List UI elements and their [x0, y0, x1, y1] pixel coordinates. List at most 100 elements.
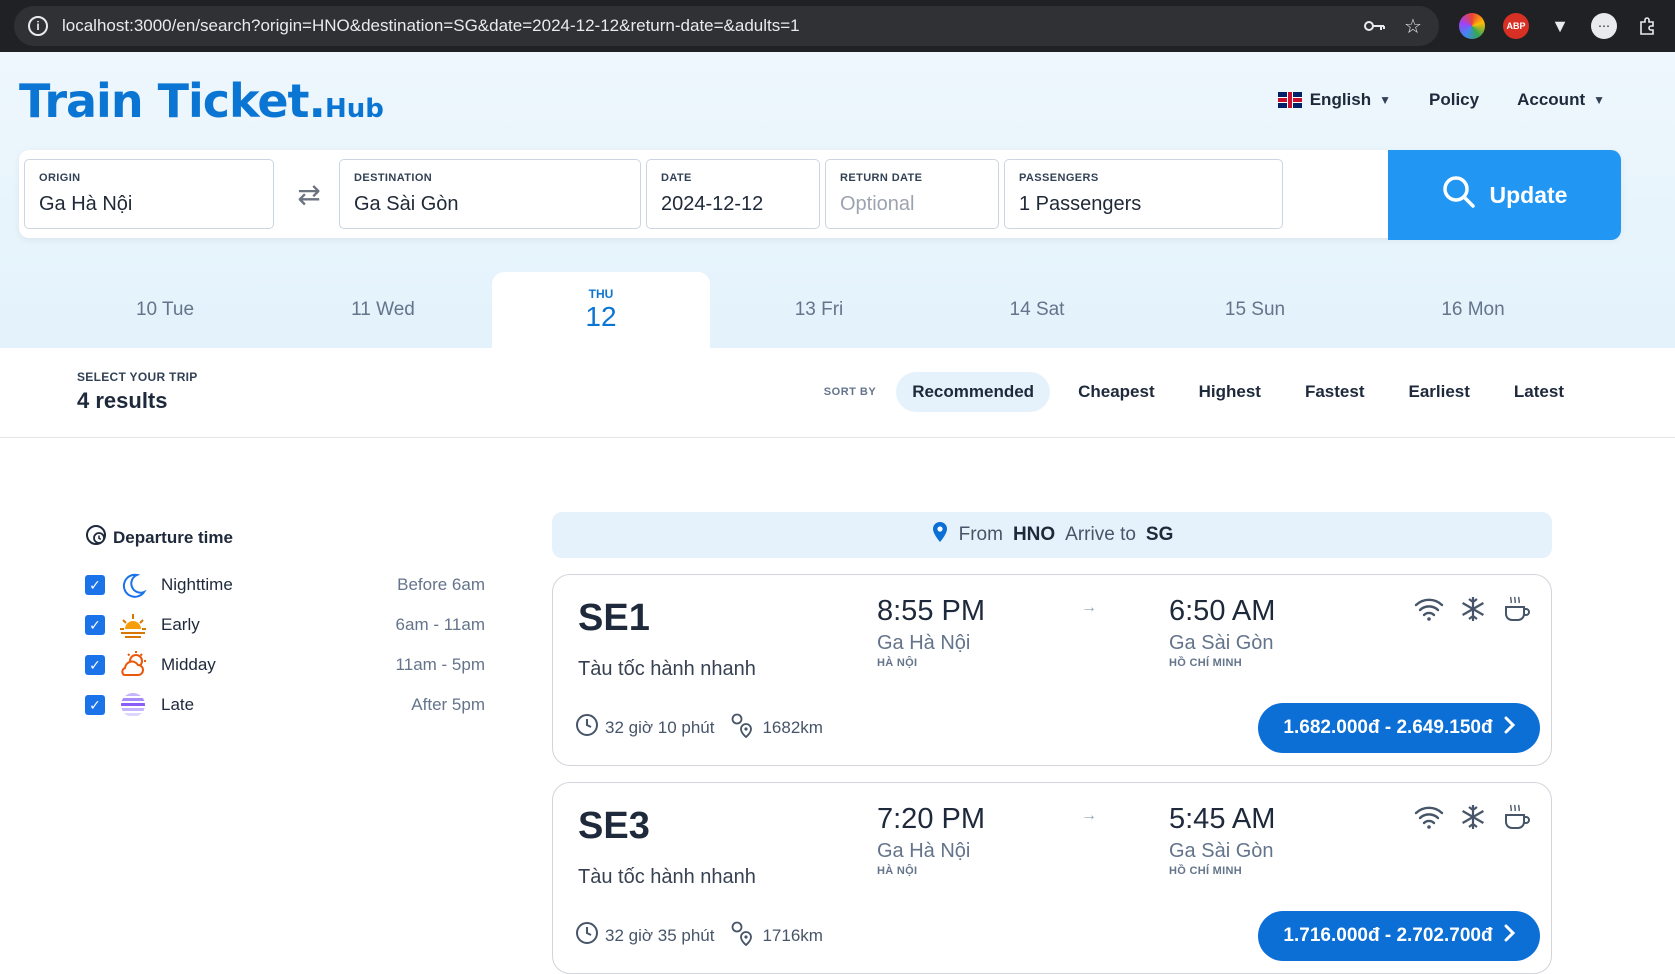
- early-range: 6am - 11am: [395, 615, 485, 634]
- date-field[interactable]: DATE 2024-12-12: [646, 159, 820, 229]
- date-tabs: 10 Tue 11 Wed THU 12 13 Fri 14 Sat 15 Su…: [0, 272, 1675, 348]
- browser-toolbar: i localhost:3000/en/search?origin=HNO&de…: [0, 0, 1675, 52]
- extension-circle-icon[interactable]: ⋯: [1591, 13, 1617, 39]
- logo-main-text: Train Ticket.: [19, 74, 326, 128]
- passengers-input[interactable]: 1 Passengers: [1019, 193, 1268, 216]
- extensions-area: ABP ▼ ⋯: [1459, 13, 1661, 39]
- train-card[interactable]: SE3 Tàu tốc hành nhanh 7:20 PM Ga Hà Nội…: [552, 782, 1552, 974]
- early-label: Early: [161, 615, 200, 634]
- moon-icon: [117, 569, 149, 601]
- price-button[interactable]: 1.682.000đ - 2.649.150đ: [1258, 703, 1540, 753]
- update-button[interactable]: Update: [1388, 150, 1621, 240]
- filter-row-late[interactable]: ✓ Late After 5pm: [85, 685, 485, 725]
- sort-latest[interactable]: Latest: [1498, 372, 1580, 412]
- arrival-station: Ga Sài Gòn: [1169, 840, 1274, 862]
- select-trip-label: SELECT YOUR TRIP: [77, 370, 198, 384]
- sort-options: SORT BY Recommended Cheapest Highest Fas…: [824, 372, 1580, 412]
- origin-field[interactable]: ORIGIN Ga Hà Nội: [24, 159, 274, 229]
- chevron-right-icon: [1503, 716, 1515, 740]
- filter-title: Departure time: [85, 524, 485, 551]
- midday-label: Midday: [161, 655, 216, 674]
- filter-row-nighttime[interactable]: ✓ Nighttime Before 6am: [85, 565, 485, 605]
- duration-text: 32 giờ 10 phút: [605, 717, 715, 737]
- header-hero: Train Ticket.Hub English ▼ Policy Accoun…: [0, 52, 1675, 348]
- departure-time: 7:20 PM: [877, 803, 985, 835]
- search-form: ORIGIN Ga Hà Nội ⇄ DESTINATION Ga Sài Gò…: [19, 150, 1621, 240]
- nighttime-checkbox[interactable]: ✓: [85, 575, 105, 595]
- midday-range: 11am - 5pm: [395, 655, 485, 674]
- early-checkbox[interactable]: ✓: [85, 615, 105, 635]
- train-type: Tàu tốc hành nhanh: [578, 658, 756, 680]
- day-tab[interactable]: 10 Tue: [56, 272, 274, 348]
- vue-devtools-icon[interactable]: ▼: [1547, 13, 1573, 39]
- star-bookmark-icon[interactable]: ☆: [1401, 14, 1425, 38]
- policy-link[interactable]: Policy: [1429, 90, 1479, 110]
- color-extension-icon[interactable]: [1459, 13, 1485, 39]
- chevron-down-icon: ▼: [1379, 93, 1392, 107]
- sort-cheapest[interactable]: Cheapest: [1062, 372, 1171, 412]
- site-logo[interactable]: Train Ticket.Hub: [19, 74, 384, 128]
- address-bar[interactable]: i localhost:3000/en/search?origin=HNO&de…: [14, 6, 1439, 46]
- price-button[interactable]: 1.716.000đ - 2.702.700đ: [1258, 911, 1540, 961]
- swap-stations-icon[interactable]: ⇄: [279, 159, 339, 229]
- duration: 32 giờ 35 phút: [575, 921, 714, 950]
- train-card[interactable]: SE1 Tàu tốc hành nhanh 8:55 PM Ga Hà Nội…: [552, 574, 1552, 766]
- route-pin-icon: [730, 712, 756, 743]
- duration-text: 32 giờ 35 phút: [605, 925, 715, 945]
- day-tab[interactable]: 15 Sun: [1146, 272, 1364, 348]
- day-tab[interactable]: 14 Sat: [928, 272, 1146, 348]
- site-info-icon[interactable]: i: [28, 16, 48, 36]
- map-pin-icon: [931, 521, 949, 549]
- search-icon: [1442, 175, 1476, 215]
- snowflake-icon: [1457, 593, 1489, 625]
- hot-drink-icon: [1501, 801, 1533, 833]
- nighttime-range: Before 6am: [397, 575, 485, 594]
- sunset-stripes-icon: [117, 689, 149, 721]
- arrow-right-icon: →: [1081, 599, 1097, 616]
- address-url[interactable]: localhost:3000/en/search?origin=HNO&dest…: [62, 16, 1349, 36]
- day-tab[interactable]: 16 Mon: [1364, 272, 1582, 348]
- passengers-label: PASSENGERS: [1019, 172, 1099, 184]
- return-date-input[interactable]: Optional: [840, 193, 984, 216]
- sort-fastest[interactable]: Fastest: [1289, 372, 1381, 412]
- destination-field[interactable]: DESTINATION Ga Sài Gòn: [339, 159, 641, 229]
- filter-row-early[interactable]: ✓ Early 6am - 11am: [85, 605, 485, 645]
- departure-city: HÀ NỘI: [877, 657, 918, 669]
- account-menu[interactable]: Account ▼: [1517, 90, 1605, 110]
- date-input[interactable]: 2024-12-12: [661, 193, 805, 216]
- uk-flag-icon: [1277, 92, 1302, 108]
- late-checkbox[interactable]: ✓: [85, 695, 105, 715]
- sort-earliest[interactable]: Earliest: [1392, 372, 1485, 412]
- day-tab-active[interactable]: THU 12: [492, 272, 710, 348]
- origin-input[interactable]: Ga Hà Nội: [39, 193, 259, 216]
- passengers-field[interactable]: PASSENGERS 1 Passengers: [1004, 159, 1283, 229]
- late-label: Late: [161, 695, 195, 714]
- arrival-city: HỒ CHÍ MINH: [1169, 865, 1242, 877]
- sort-recommended[interactable]: Recommended: [896, 372, 1051, 412]
- results-bar: SELECT YOUR TRIP 4 results SORT BY Recom…: [0, 348, 1675, 438]
- day-tab[interactable]: 13 Fri: [710, 272, 928, 348]
- return-date-field[interactable]: RETURN DATE Optional: [825, 159, 999, 229]
- snowflake-icon: [1457, 801, 1489, 833]
- late-range: After 5pm: [411, 695, 485, 714]
- amenities: [1413, 593, 1533, 625]
- language-selector[interactable]: English ▼: [1277, 90, 1392, 110]
- departure-station: Ga Hà Nội: [877, 632, 971, 654]
- day-tab[interactable]: 11 Wed: [274, 272, 492, 348]
- filter-row-midday[interactable]: ✓ Midday 11am - 5pm: [85, 645, 485, 685]
- distance: 1716km: [730, 920, 823, 951]
- route-from-code: HNO: [1012, 524, 1056, 545]
- sort-highest[interactable]: Highest: [1183, 372, 1277, 412]
- destination-input[interactable]: Ga Sài Gòn: [354, 193, 626, 216]
- arrow-right-icon: →: [1081, 807, 1097, 824]
- midday-checkbox[interactable]: ✓: [85, 655, 105, 675]
- arrival-time: 5:45 AM: [1169, 803, 1276, 835]
- distance-text: 1682km: [762, 717, 823, 737]
- hot-drink-icon: [1501, 593, 1533, 625]
- key-icon[interactable]: [1363, 14, 1387, 38]
- departure-city: HÀ NỘI: [877, 865, 918, 877]
- adblock-plus-icon[interactable]: ABP: [1503, 13, 1529, 39]
- puzzle-extensions-icon[interactable]: [1635, 13, 1661, 39]
- price-range: 1.682.000đ - 2.649.150đ: [1283, 717, 1493, 738]
- results-count: 4 results: [77, 388, 168, 413]
